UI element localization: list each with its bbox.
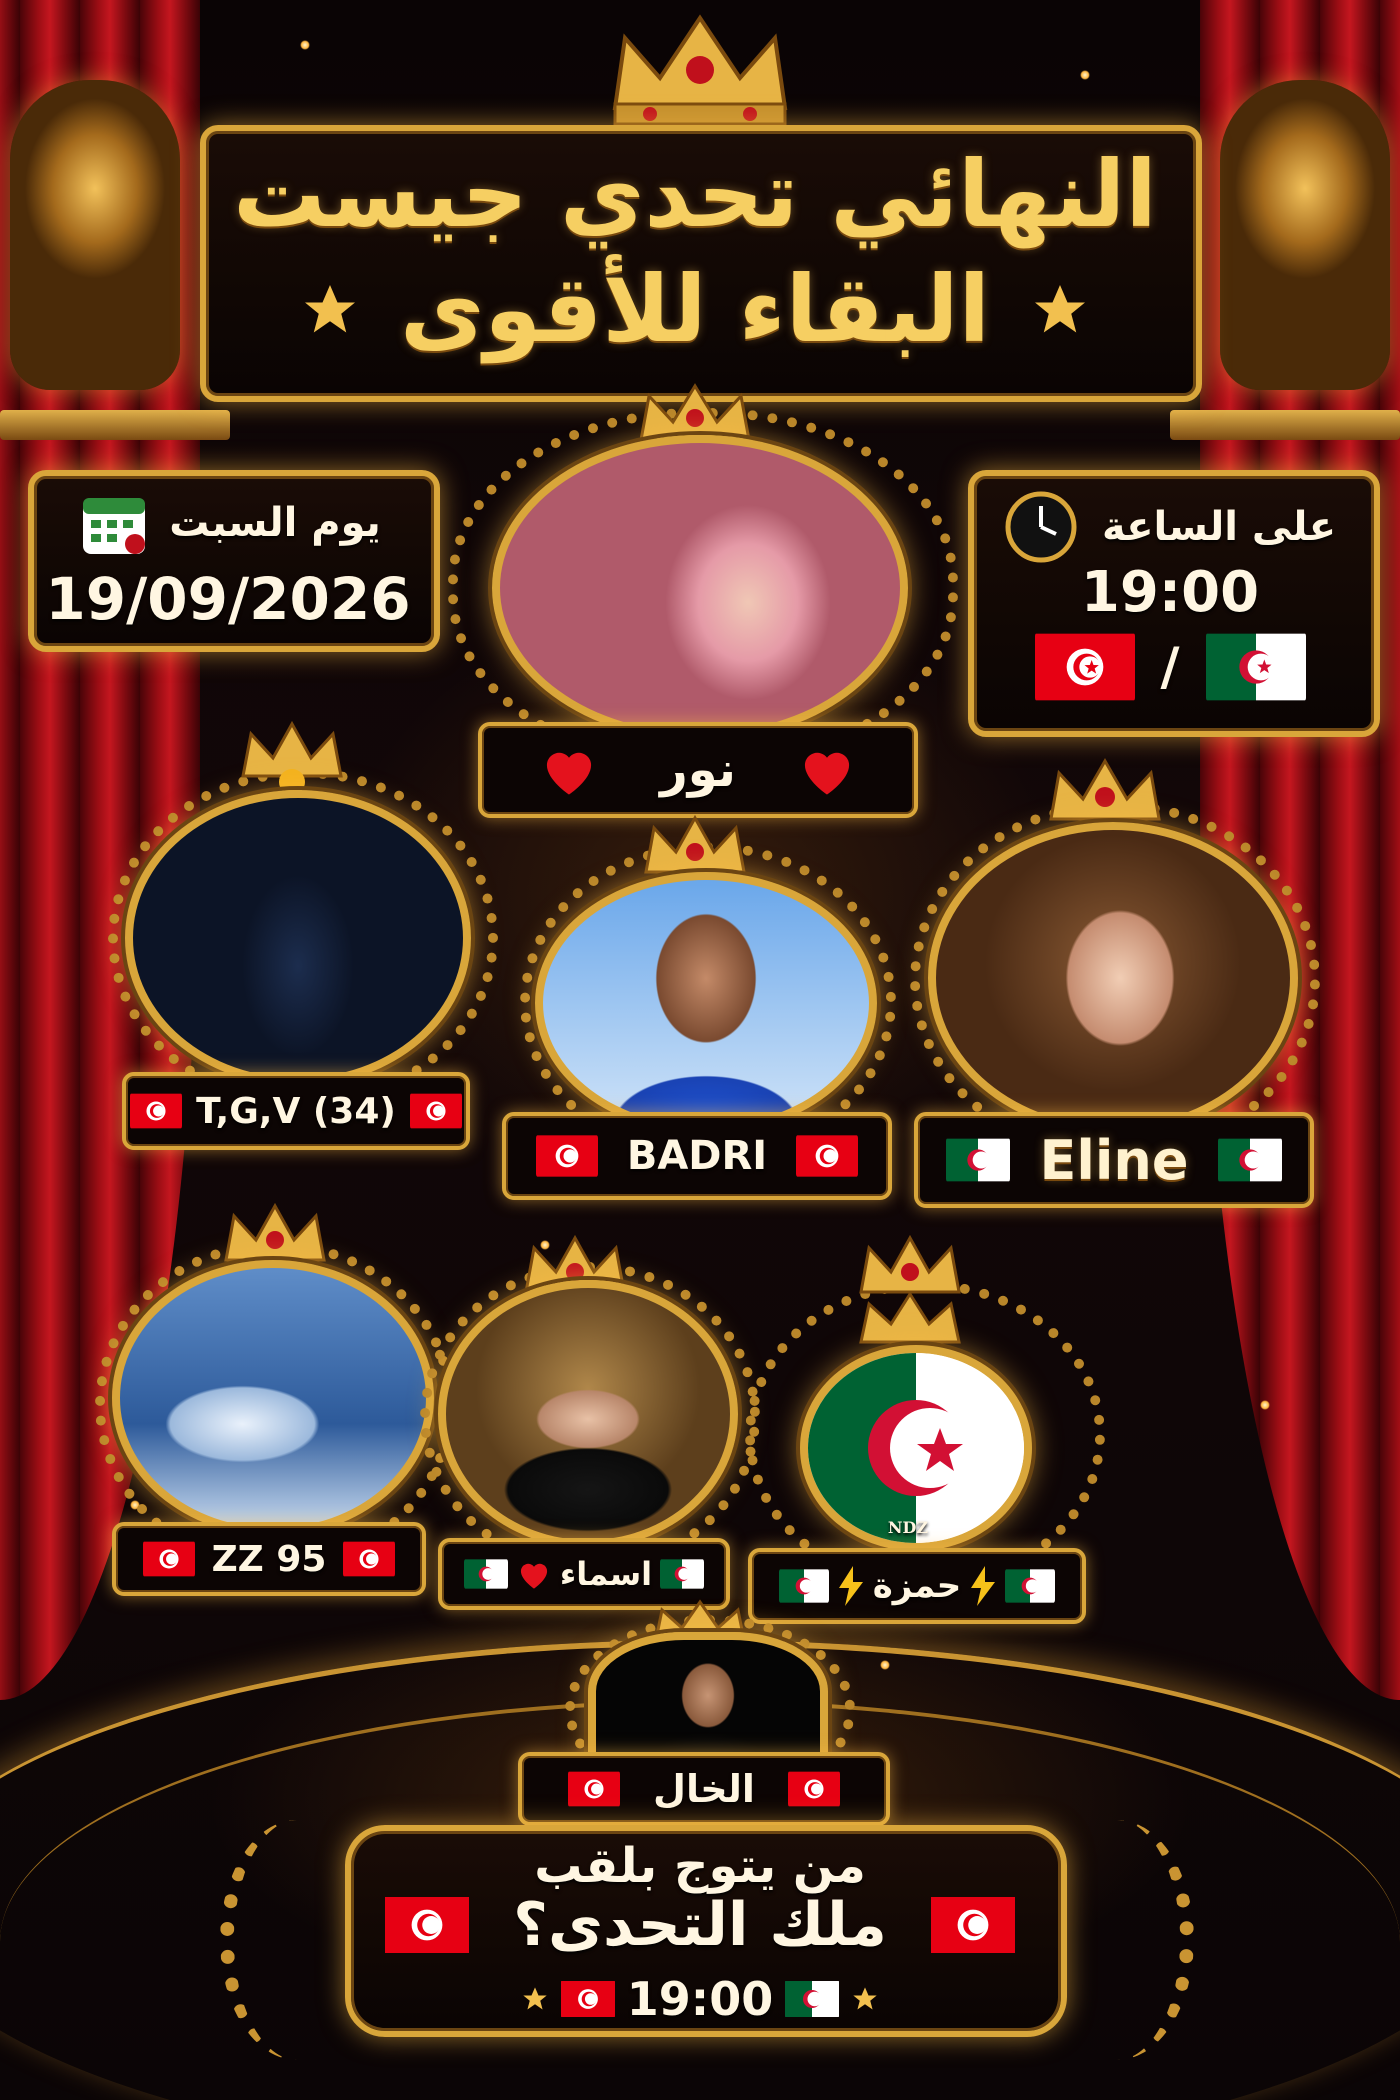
nameplate-eline: Eline <box>914 1112 1314 1208</box>
poster: النهائي تحدي جيست البقاء للأقوى يوم السب… <box>0 0 1400 2100</box>
time-value: 19:00 <box>1080 560 1260 625</box>
tunisia-flag-icon <box>343 1540 395 1578</box>
sparkle <box>300 40 310 50</box>
name-nour: نور <box>660 742 736 798</box>
algeria-flag-icon <box>808 1353 1024 1543</box>
name-eline: Eline <box>1039 1128 1189 1192</box>
algeria-flag-icon <box>660 1558 705 1590</box>
tunisia-flag-icon <box>130 1092 183 1130</box>
star-icon <box>304 285 355 333</box>
nameplate-nour: نور <box>478 722 918 818</box>
tunisia-flag-icon <box>568 1770 620 1808</box>
lightning-icon <box>971 1566 996 1606</box>
tunisia-flag-icon <box>560 1978 615 2020</box>
tunisia-flag-icon <box>409 1092 462 1130</box>
sparkle <box>1080 70 1090 80</box>
date-value: 19/09/2026 <box>45 565 411 633</box>
name-alkhal: الخال <box>653 1767 755 1811</box>
time-label-row: على الساعة <box>990 490 1350 564</box>
algeria-flag-icon <box>1218 1137 1282 1183</box>
footer-question-line-1: من يتوج بلقب <box>534 1838 866 1894</box>
clock-icon <box>1005 491 1077 563</box>
right-lion-statue <box>1220 80 1390 390</box>
title-line-1: النهائي تحدي جيست <box>233 141 1157 248</box>
title-line-2: البقاء للأقوى <box>399 256 991 363</box>
tunisia-flag-icon <box>788 1770 840 1808</box>
heart-icon <box>520 1563 547 1589</box>
algeria-flag-icon <box>1205 632 1306 702</box>
tunisia-flag-icon <box>931 1892 1015 1958</box>
name-hamza: حمزة <box>872 1566 962 1606</box>
nameplate-hamza: حمزة <box>748 1548 1086 1624</box>
footer-question-line-2: ملك التحدى؟ <box>513 1890 887 1960</box>
avatar-tgv <box>125 790 471 1086</box>
date-day-label: يوم السبت <box>169 500 381 546</box>
star-icon <box>853 1987 877 2010</box>
tunisia-flag-icon <box>1034 632 1135 702</box>
avatar-nour <box>492 435 908 741</box>
heart-icon <box>804 752 850 795</box>
name-badri: BADRI <box>626 1133 768 1179</box>
sparkle <box>1260 1400 1270 1410</box>
name-tgv: T,G,V (34) <box>196 1090 396 1132</box>
nameplate-badri: BADRI <box>502 1112 892 1200</box>
time-flags-row: / <box>1030 632 1310 702</box>
algeria-flag-icon <box>785 1978 840 2020</box>
crown-icon <box>859 1291 961 1344</box>
nameplate-alkhal: الخال <box>518 1752 890 1826</box>
left-lion-statue <box>10 80 180 390</box>
title-line-2-row: البقاء للأقوى <box>210 255 1180 365</box>
avatar-zz95 <box>112 1260 434 1536</box>
date-label-row: يوم السبت <box>60 488 400 558</box>
algeria-flag-icon <box>463 1558 508 1590</box>
nameplate-zz95: ZZ 95 <box>112 1522 426 1596</box>
footer-question-row: ملك التحدى؟ <box>385 1890 1015 1960</box>
algeria-flag-icon <box>946 1137 1010 1183</box>
footer-time-row: 19:00 <box>520 1972 880 2026</box>
avatar-eline <box>928 822 1298 1134</box>
tunisia-flag-icon <box>385 1892 469 1958</box>
right-pedestal <box>1170 410 1400 440</box>
star-icon <box>523 1987 547 2010</box>
crown-icon <box>612 14 788 126</box>
name-asmaa: اسماء <box>559 1555 653 1593</box>
flags-separator: / <box>1160 637 1180 697</box>
algeria-flag-icon <box>778 1568 829 1604</box>
lightning-icon <box>838 1566 863 1606</box>
star-icon <box>1035 285 1086 333</box>
footer-time: 19:00 <box>626 1972 774 2026</box>
calendar-icon <box>83 498 146 554</box>
nameplate-tgv: T,G,V (34) <box>122 1072 470 1150</box>
tunisia-flag-icon <box>143 1540 195 1578</box>
avatar-caption-ndz: NDZ <box>887 1518 929 1537</box>
tunisia-flag-icon <box>796 1134 858 1178</box>
left-pedestal <box>0 410 230 440</box>
avatar-asmaa <box>438 1280 738 1548</box>
name-zz95: ZZ 95 <box>211 1538 327 1580</box>
heart-icon <box>546 752 592 795</box>
crown-icon <box>241 720 343 795</box>
algeria-flag-icon <box>1005 1568 1056 1604</box>
time-label: على الساعة <box>1101 504 1337 550</box>
tunisia-flag-icon <box>536 1134 598 1178</box>
avatar-badri <box>535 872 877 1134</box>
